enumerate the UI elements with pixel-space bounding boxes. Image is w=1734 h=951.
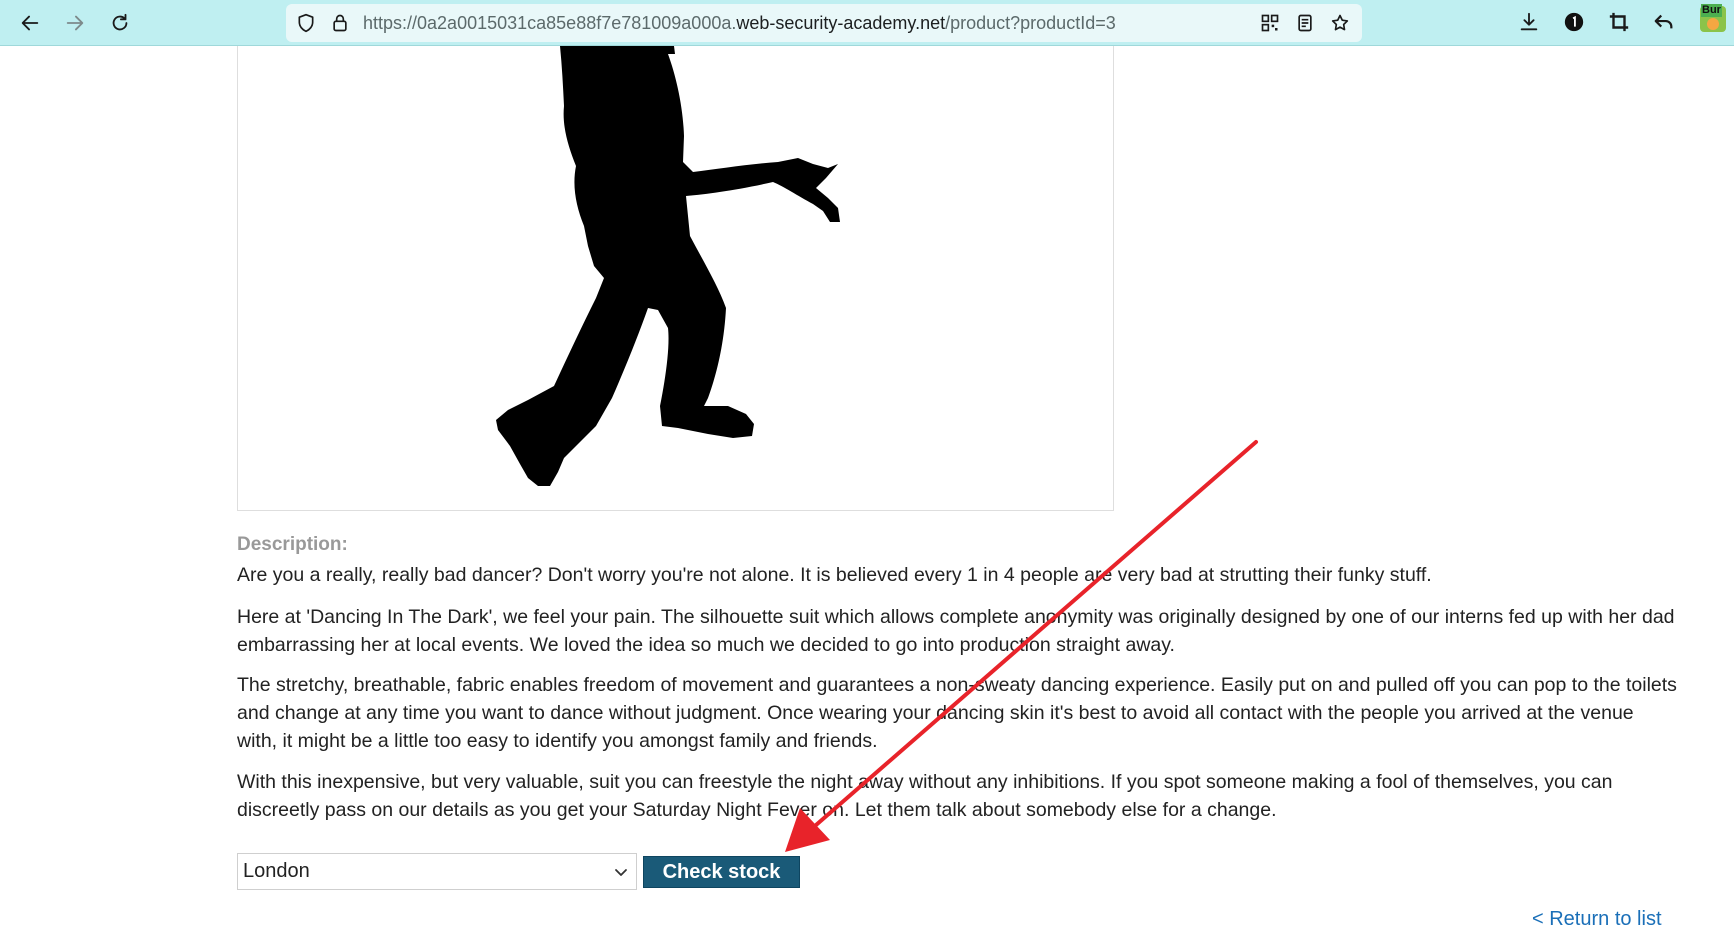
store-select[interactable]: London xyxy=(237,853,637,890)
store-select-value: London xyxy=(243,860,310,882)
check-stock-button[interactable]: Check stock xyxy=(643,856,800,888)
url-prefix: https://0a2a0015031ca85e88f7e781009a000a… xyxy=(363,13,737,33)
download-icon xyxy=(1520,12,1538,31)
description-paragraph-4: With this inexpensive, but very valuable… xyxy=(237,771,1613,821)
chevron-down-icon xyxy=(615,869,627,876)
url-host: web-security-academy.net xyxy=(736,13,946,33)
reload-button[interactable] xyxy=(104,7,136,39)
reload-icon xyxy=(112,13,128,31)
lock-icon[interactable] xyxy=(330,13,350,33)
dancer-silhouette xyxy=(496,46,840,486)
password-manager-icon xyxy=(1564,12,1584,32)
undo-button[interactable] xyxy=(1651,9,1677,35)
description-paragraph-3: The stretchy, breathable, fabric enables… xyxy=(237,674,1677,752)
product-image xyxy=(237,46,1114,511)
password-manager-button[interactable] xyxy=(1561,9,1587,35)
browser-toolbar: https://0a2a0015031ca85e88f7e781009a000a… xyxy=(0,0,1734,46)
url-text[interactable]: https://0a2a0015031ca85e88f7e781009a000a… xyxy=(363,13,1116,33)
back-arrow-icon xyxy=(21,15,39,31)
back-button[interactable] xyxy=(14,7,46,39)
shield-icon[interactable] xyxy=(296,13,316,33)
description-paragraph-2: Here at 'Dancing In The Dark', we feel y… xyxy=(237,606,1675,656)
download-button[interactable] xyxy=(1516,9,1542,35)
forward-button[interactable] xyxy=(59,7,91,39)
description-label: Description: xyxy=(237,534,348,555)
return-to-list-link[interactable]: < Return to list xyxy=(1532,908,1662,931)
qr-code-icon[interactable] xyxy=(1260,13,1280,33)
description-paragraph-1: Are you a really, really bad dancer? Don… xyxy=(237,564,1432,586)
forward-arrow-icon xyxy=(66,15,84,31)
url-path: /product?productId=3 xyxy=(945,13,1116,33)
undo-icon xyxy=(1654,14,1673,29)
reader-view-icon[interactable] xyxy=(1295,13,1315,33)
crop-icon xyxy=(1609,12,1629,32)
extension-badge: Bur xyxy=(1701,4,1722,17)
crop-button[interactable] xyxy=(1606,9,1632,35)
address-bar[interactable]: https://0a2a0015031ca85e88f7e781009a000a… xyxy=(286,4,1362,42)
star-icon[interactable] xyxy=(1330,13,1350,33)
